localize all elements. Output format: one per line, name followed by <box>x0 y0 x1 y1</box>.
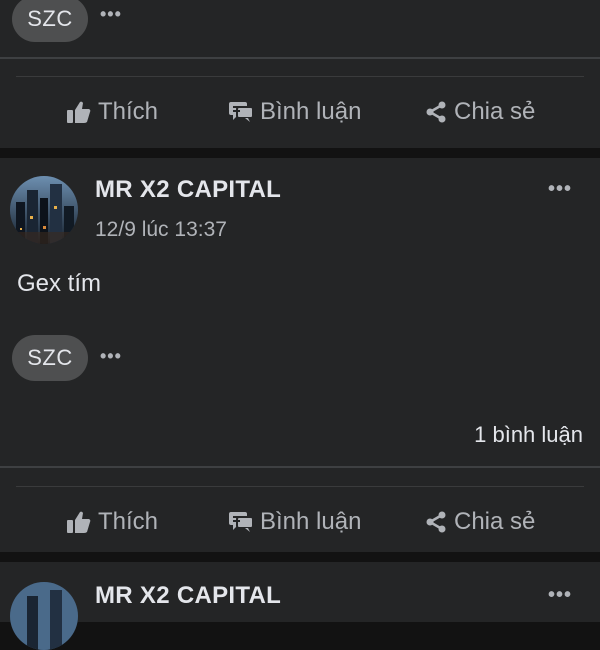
comment-button[interactable]: Bình luận <box>228 92 361 132</box>
avatar-image <box>10 176 78 244</box>
post-card-next: MR X2 CAPITAL ••• <box>0 562 600 650</box>
reactor-initials: SZC <box>27 6 73 31</box>
more-options-icon[interactable]: ••• <box>548 584 572 607</box>
divider <box>16 76 584 77</box>
action-bar: Thích Bình luận Chia sẻ <box>0 502 600 542</box>
author-name[interactable]: MR X2 CAPITAL <box>95 176 281 204</box>
share-icon <box>426 101 446 123</box>
comment-count[interactable]: 1 bình luận <box>474 422 583 448</box>
author-avatar[interactable] <box>10 582 78 650</box>
post-timestamp[interactable]: 12/9 lúc 13:37 <box>95 218 227 242</box>
thumbs-up-icon <box>67 101 91 123</box>
post-text: Gex tím <box>17 270 102 297</box>
comment-bubble-icon <box>229 102 254 122</box>
like-label: Thích <box>98 98 159 125</box>
like-button[interactable]: Thích <box>66 92 158 132</box>
share-button[interactable]: Chia sẻ <box>424 92 535 132</box>
reactor-initials: SZC <box>27 345 73 370</box>
divider <box>0 57 600 59</box>
more-options-icon[interactable]: ••• <box>548 178 572 201</box>
divider <box>0 466 600 468</box>
post-card: MR X2 CAPITAL 12/9 lúc 13:37 ••• Gex tím… <box>0 158 600 552</box>
like-label: Thích <box>98 508 159 535</box>
reactor-avatar-pill[interactable]: SZC <box>12 335 88 381</box>
more-options-icon[interactable]: ••• <box>100 4 122 25</box>
divider <box>16 486 584 487</box>
reactor-avatar-pill[interactable]: SZC <box>12 0 88 42</box>
comment-button[interactable]: Bình luận <box>228 502 361 542</box>
comment-bubble-icon <box>229 512 254 532</box>
comment-label: Bình luận <box>260 508 362 535</box>
post-card-previous: SZC ••• Thích Bình luận Chia sẻ <box>0 0 600 148</box>
author-avatar[interactable] <box>10 176 78 244</box>
share-label: Chia sẻ <box>454 508 536 535</box>
share-button[interactable]: Chia sẻ <box>424 502 535 542</box>
more-options-icon[interactable]: ••• <box>100 346 122 367</box>
share-label: Chia sẻ <box>454 98 536 125</box>
thumbs-up-icon <box>67 511 91 533</box>
avatar-image <box>10 582 78 650</box>
author-name[interactable]: MR X2 CAPITAL <box>95 582 281 610</box>
like-button[interactable]: Thích <box>66 502 158 542</box>
action-bar: Thích Bình luận Chia sẻ <box>0 92 600 132</box>
share-icon <box>426 511 446 533</box>
comment-label: Bình luận <box>260 98 362 125</box>
